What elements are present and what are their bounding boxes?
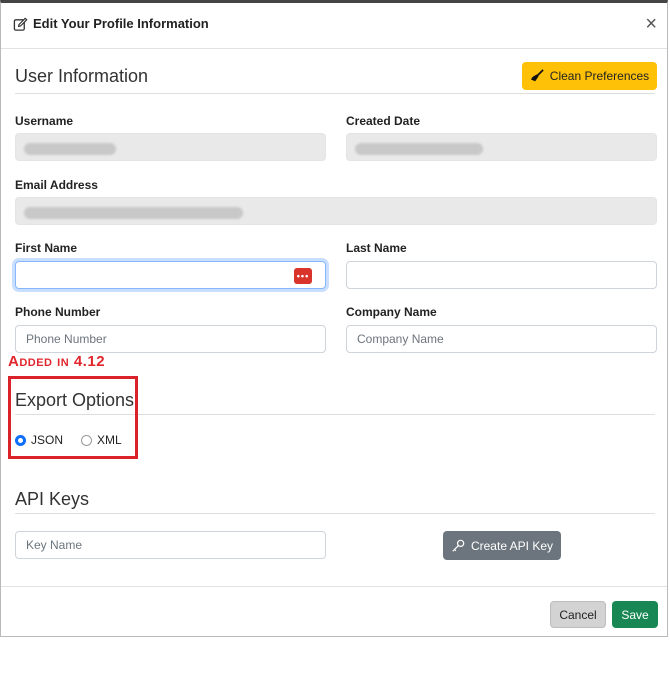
clean-preferences-label: Clean Preferences xyxy=(549,69,650,83)
key-name-input[interactable] xyxy=(15,531,326,559)
company-label: Company Name xyxy=(346,305,437,319)
email-label: Email Address xyxy=(15,178,98,192)
modal-header: Edit Your Profile Information × xyxy=(1,3,667,49)
first-name-label: First Name xyxy=(15,241,78,255)
version-annotation: Added in 4.12 xyxy=(8,353,106,370)
edit-icon xyxy=(13,17,28,31)
phone-label: Phone Number xyxy=(15,305,101,319)
username-field xyxy=(15,133,326,161)
username-label: Username xyxy=(15,114,74,128)
profile-modal: Edit Your Profile Information × User Inf… xyxy=(0,0,668,637)
last-name-input[interactable] xyxy=(346,261,657,289)
divider xyxy=(15,513,655,514)
footer-divider xyxy=(1,586,667,587)
company-input[interactable] xyxy=(346,325,657,353)
clean-preferences-button[interactable]: Clean Preferences xyxy=(522,62,657,90)
password-manager-icon[interactable]: ••• xyxy=(294,268,312,284)
phone-input[interactable] xyxy=(15,325,326,353)
key-icon xyxy=(452,539,465,552)
create-api-key-label: Create API Key xyxy=(470,538,554,553)
first-name-input[interactable] xyxy=(15,261,326,289)
email-field xyxy=(15,197,657,225)
annotation-highlight-box xyxy=(8,376,138,459)
created-date-field xyxy=(346,133,657,161)
last-name-label: Last Name xyxy=(346,241,407,255)
redacted-value xyxy=(24,207,243,219)
close-icon[interactable]: × xyxy=(645,14,657,34)
broom-icon xyxy=(530,69,544,82)
user-info-heading: User Information xyxy=(15,66,149,86)
redacted-value xyxy=(355,143,483,155)
divider xyxy=(15,93,655,94)
cancel-button[interactable]: Cancel xyxy=(550,601,606,628)
api-keys-heading: API Keys xyxy=(15,489,90,509)
modal-title: Edit Your Profile Information xyxy=(33,16,209,31)
created-date-label: Created Date xyxy=(346,114,421,128)
redacted-value xyxy=(24,143,116,155)
save-button[interactable]: Save xyxy=(612,601,658,628)
create-api-key-button[interactable]: Create API Key xyxy=(443,531,561,560)
